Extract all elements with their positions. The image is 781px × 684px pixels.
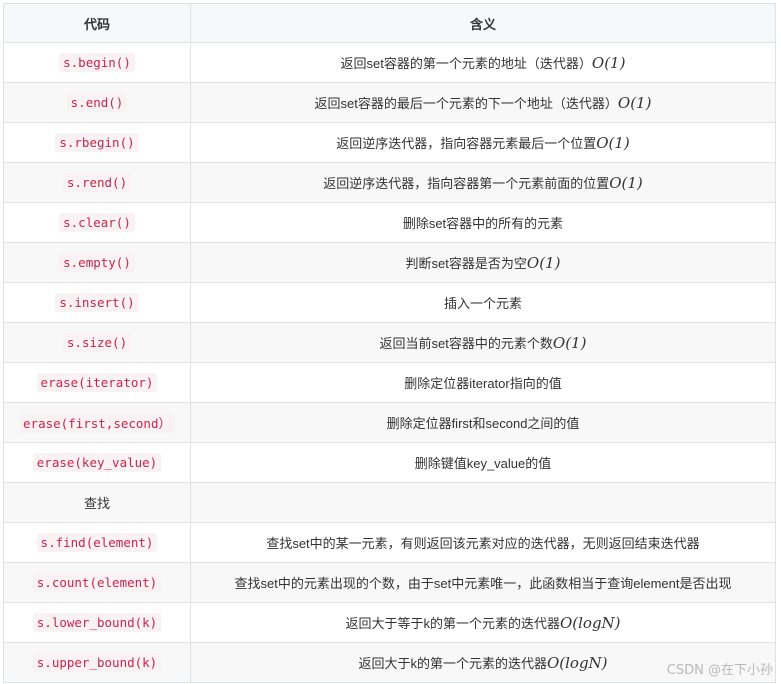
code-cell: s.upper_bound(k) [3,642,191,683]
code-snippet: s.rend() [62,173,132,192]
table-body: s.begin() 返回set容器的第一个元素的地址（迭代器）O(1) s.end(… [3,42,776,683]
code-cell: s.rend() [3,162,191,203]
description-text: 返回set容器的第一个元素的地址（迭代器） [340,56,592,71]
description-text: 返回set容器的最后一个元素的下一个地址（迭代器） [314,96,618,111]
table-row: s.insert() 插入一个元素 [3,282,776,323]
complexity-text: O(1) [552,334,587,352]
description-cell: 返回逆序迭代器，指向容器元素最后一个位置O(1) [190,122,776,163]
header-code: 代码 [3,3,191,43]
code-snippet: s.size() [62,333,132,352]
table-row: erase(first,second） 删除定位器first和second之间的值 [3,402,776,443]
description-cell: 删除键值key_value的值 [190,442,776,483]
code-cell: s.empty() [3,242,191,283]
table-row: s.find(element) 查找set中的某一元素，有则返回该元素对应的迭代器… [3,522,776,563]
description-text: 查找set中的元素出现的个数，由于set中元素唯一，此函数相当于查询elemen… [234,576,732,591]
code-snippet: s.insert() [55,293,139,312]
description-text: 插入一个元素 [443,296,522,311]
complexity-text: O(1) [596,134,630,152]
code-snippet: s.rbegin() [55,133,139,152]
code-cell: erase(first,second） [3,402,191,443]
description-cell [190,482,776,523]
table-row: s.upper_bound(k) 返回大于k的第一个元素的迭代器O(logN) [3,642,776,683]
code-snippet: s.lower_bound(k) [32,613,162,632]
code-cell: s.find(element) [3,522,191,563]
description-cell: 返回逆序迭代器，指向容器第一个元素前面的位置O(1) [190,162,776,203]
description-text: 判断set容器是否为空 [405,256,527,271]
description-text: 返回大于k的第一个元素的迭代器 [358,656,547,671]
description-text: 删除定位器iterator指向的值 [404,376,562,391]
description-cell: 返回set容器的第一个元素的地址（迭代器）O(1) [190,42,776,83]
section-label: 查找 [83,496,110,511]
description-text: 返回逆序迭代器，指向容器元素最后一个位置 [336,136,597,151]
table-row: s.lower_bound(k) 返回大于等于k的第一个元素的迭代器O(logN) [3,602,776,643]
code-snippet: s.count(element) [32,573,162,592]
code-snippet: s.find(element) [36,533,158,552]
description-text: 返回大于等于k的第一个元素的迭代器 [345,616,560,631]
table-row: s.count(element) 查找set中的元素出现的个数，由于set中元素唯… [3,562,776,603]
code-snippet: s.upper_bound(k) [32,653,162,672]
description-text: 返回当前set容器中的元素个数 [379,336,553,351]
table-row: 查找 [3,482,776,523]
table-row: s.clear() 删除set容器中的所有的元素 [3,202,776,243]
code-cell: erase(key_value) [3,442,191,483]
code-cell: s.count(element) [3,562,191,603]
description-cell: 返回set容器的最后一个元素的下一个地址（迭代器）O(1) [190,82,776,123]
description-cell: 删除set容器中的所有的元素 [190,202,776,243]
table-row: s.size() 返回当前set容器中的元素个数O(1) [3,322,776,363]
header-row: 代码 含义 [3,3,776,43]
description-cell: 判断set容器是否为空O(1) [190,242,776,283]
complexity-text: O(1) [591,54,626,72]
code-snippet: s.end() [66,93,128,112]
complexity-text: O(1) [617,94,652,112]
description-cell: 返回当前set容器中的元素个数O(1) [190,322,776,363]
code-snippet: s.begin() [59,53,135,72]
description-cell: 查找set中的某一元素，有则返回该元素对应的迭代器，无则返回结束迭代器 [190,522,776,563]
code-cell: s.insert() [3,282,191,323]
code-cell: 查找 [3,482,191,523]
description-cell: 删除定位器first和second之间的值 [190,402,776,443]
code-snippet: erase(first,second） [19,414,175,433]
description-cell: 插入一个元素 [190,282,776,323]
complexity-text: O(1) [609,174,643,192]
code-snippet: erase(key_value) [32,453,162,472]
description-text: 返回逆序迭代器，指向容器第一个元素前面的位置 [323,176,610,191]
set-api-table: 代码 含义 s.begin() 返回set容器的第一个元素的地址（迭代器）O(1)… [3,3,776,683]
code-cell: s.lower_bound(k) [3,602,191,643]
description-cell: 返回大于等于k的第一个元素的迭代器O(logN) [190,602,776,643]
complexity-text: O(1) [526,254,561,272]
complexity-text: O(logN) [546,654,608,672]
table-row: s.begin() 返回set容器的第一个元素的地址（迭代器）O(1) [3,42,776,83]
code-snippet: s.clear() [59,213,135,232]
complexity-text: O(logN) [559,614,621,632]
description-cell: 删除定位器iterator指向的值 [190,362,776,403]
code-cell: erase(iterator) [3,362,191,403]
watermark: CSDN @在下小孙 [666,663,773,678]
code-snippet: erase(iterator) [36,373,158,392]
code-cell: s.size() [3,322,191,363]
table-row: erase(key_value) 删除键值key_value的值 [3,442,776,483]
code-snippet: s.empty() [59,253,135,272]
code-cell: s.end() [3,82,191,123]
table-row: erase(iterator) 删除定位器iterator指向的值 [3,362,776,403]
code-cell: s.rbegin() [3,122,191,163]
description-cell: 查找set中的元素出现的个数，由于set中元素唯一，此函数相当于查询elemen… [190,562,776,603]
table-row: s.end() 返回set容器的最后一个元素的下一个地址（迭代器）O(1) [3,82,776,123]
header-meaning: 含义 [190,3,776,43]
table-row: s.rbegin() 返回逆序迭代器，指向容器元素最后一个位置O(1) [3,122,776,163]
code-cell: s.clear() [3,202,191,243]
description-text: 删除set容器中的所有的元素 [402,216,564,231]
code-cell: s.begin() [3,42,191,83]
description-text: 删除定位器first和second之间的值 [386,416,580,431]
description-text: 查找set中的某一元素，有则返回该元素对应的迭代器，无则返回结束迭代器 [266,536,700,551]
table-row: s.rend() 返回逆序迭代器，指向容器第一个元素前面的位置O(1) [3,162,776,203]
description-text: 删除键值key_value的值 [414,456,552,471]
table-row: s.empty() 判断set容器是否为空O(1) [3,242,776,283]
